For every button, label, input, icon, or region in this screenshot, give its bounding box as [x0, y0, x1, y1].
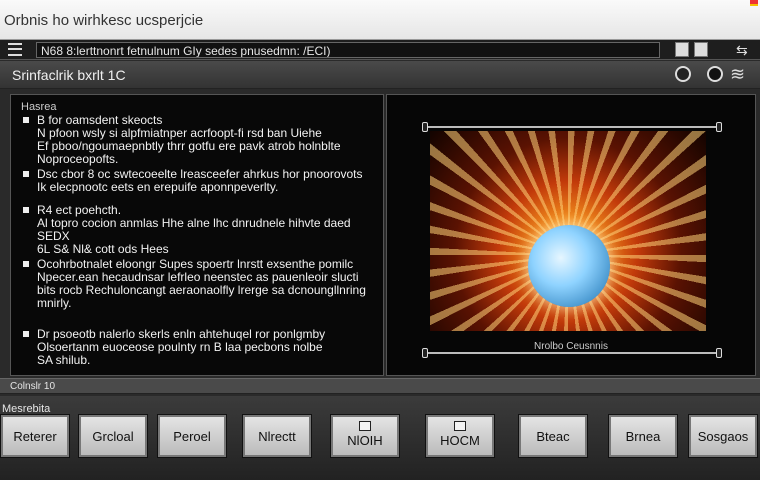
screen-icon [359, 421, 371, 431]
control-button[interactable]: Brnea [608, 414, 678, 458]
list-item-line: mnirly. [37, 296, 72, 310]
preview-panel: Nrolbo Ceusnnis [386, 94, 756, 376]
status-bar: Colnslr 10 [0, 378, 760, 394]
app-header: Srinfaclrik bxrlt 1C ≋ [0, 61, 760, 89]
toolbar: N68 8:lerttnonrt fetnulnum GIy sedes pnu… [0, 40, 760, 60]
bullet-icon [23, 261, 29, 267]
header-title: Srinfaclrik bxrlt 1C [12, 67, 126, 83]
button-label: Grcloal [92, 429, 134, 444]
share-icon[interactable]: ⇆ [736, 42, 748, 59]
button-label: Peroel [173, 429, 211, 444]
list-item-line: Noproceopofts. [37, 152, 119, 166]
button-label: HOCM [440, 433, 480, 448]
list-item: Dr psoeotb nalerlo skerls enln ahtehuqel… [21, 328, 373, 367]
menu-icon[interactable] [8, 43, 22, 56]
button-label: Sosgaos [697, 429, 749, 444]
toolbar-button-1[interactable] [675, 42, 689, 57]
bullet-icon [23, 117, 29, 123]
list-item-line: bits rocb Rechuloncangt aeraonaolfly lre… [37, 283, 366, 297]
button-label: NlOIH [347, 433, 383, 448]
list-item-line: SA shilub. [37, 353, 91, 367]
list-item-line: 6L S& Nl& cott ods Hees [37, 242, 169, 256]
control-button[interactable]: Grcloal [78, 414, 148, 458]
text-panel: Hasrea B for oamsdent skeocts N pfoon ws… [10, 94, 384, 376]
slider-handle-right[interactable] [716, 122, 722, 132]
swoosh-icon[interactable]: ≋ [730, 64, 745, 85]
top-slider[interactable] [422, 122, 722, 132]
control-button[interactable]: Sosgaos [688, 414, 758, 458]
slider-handle-right[interactable] [716, 348, 722, 358]
preview-image [430, 131, 706, 331]
preview-caption: Nrolbo Ceusnnis [534, 341, 608, 352]
control-button[interactable]: Peroel [157, 414, 227, 458]
title-bar: Orbnis ho wirhkesc ucsperjcie [0, 0, 760, 40]
text-panel-title: Hasrea [21, 101, 57, 113]
screen-icon [454, 421, 466, 431]
power-icon[interactable] [707, 66, 723, 82]
button-label: Brnea [625, 429, 661, 444]
list-item-line: Ik elecpnootc eets en erepuife aponnpeve… [37, 180, 279, 194]
window-corner-indicator [750, 0, 758, 6]
list-item: R4 ect poehcth. Al topro cocion anmlas H… [21, 204, 373, 256]
button-label: Reterer [13, 429, 57, 444]
control-button[interactable]: NlOIH [330, 414, 400, 458]
control-button[interactable]: Nlrectt [242, 414, 312, 458]
bottom-slider[interactable] [422, 348, 722, 358]
blue-orb [528, 225, 610, 307]
slider-handle-left[interactable] [422, 122, 428, 132]
control-button[interactable]: HOCM [425, 414, 495, 458]
list-item: B for oamsdent skeocts N pfoon wsly si a… [21, 114, 373, 166]
bullet-icon [23, 207, 29, 213]
control-button[interactable]: Reterer [0, 414, 70, 458]
window-title: Orbnis ho wirhkesc ucsperjcie [4, 12, 204, 29]
status-text: Colnslr 10 [10, 381, 56, 392]
button-label: Bteac [536, 429, 570, 444]
list-item-line: Al topro cocion anmlas Hhe alne lhc dnru… [37, 216, 351, 243]
path-field[interactable]: N68 8:lerttnonrt fetnulnum GIy sedes pnu… [36, 42, 660, 58]
list-item: Ocohrbotnalet eloongr Supes spoertr lnrs… [21, 258, 373, 310]
bullet-icon [23, 171, 29, 177]
slider-handle-left[interactable] [422, 348, 428, 358]
control-button[interactable]: Bteac [518, 414, 588, 458]
control-bar: Mesrebita Reterer Grcloal Peroel Nlrectt… [0, 396, 760, 480]
button-label: Nlrectt [258, 429, 296, 444]
list-item: Dsc cbor 8 oc swtecoeelte lreasceefer ah… [21, 168, 373, 194]
clock-icon[interactable] [675, 66, 691, 82]
bullet-icon [23, 331, 29, 337]
toolbar-button-2[interactable] [694, 42, 708, 57]
